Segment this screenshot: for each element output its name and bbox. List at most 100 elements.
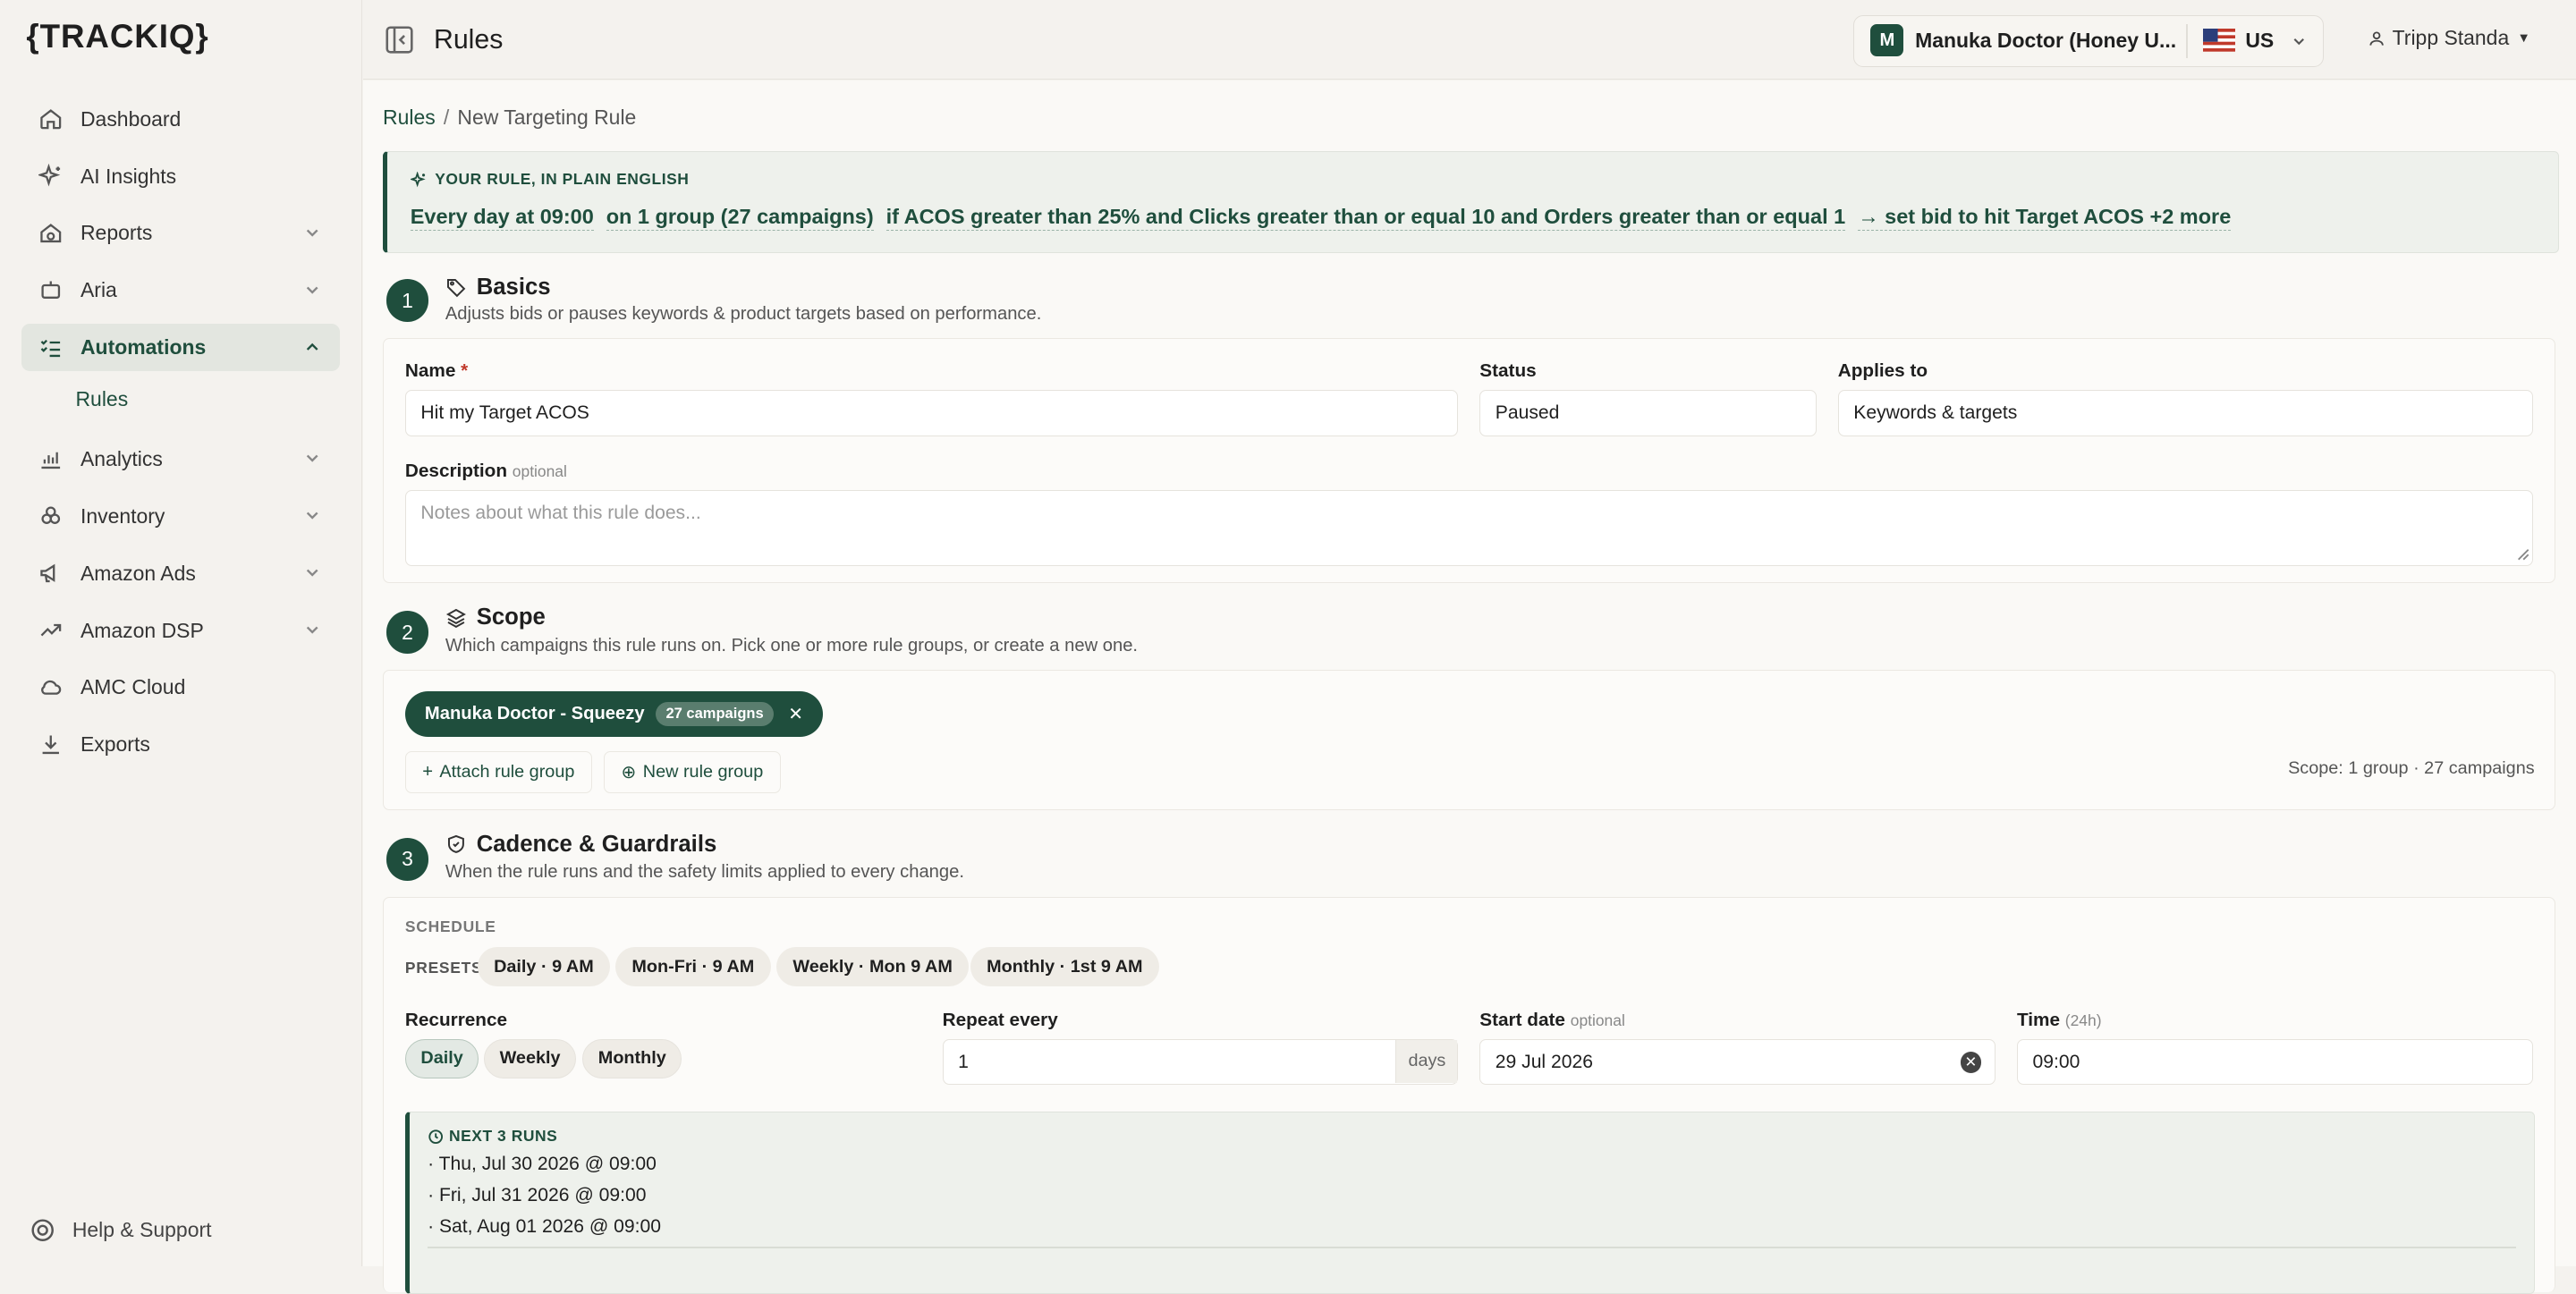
section-title-scope: Scope [445, 605, 546, 630]
sidebar-item-analytics[interactable]: Analytics [21, 436, 340, 483]
recurrence-label: Recurrence [404, 1009, 508, 1030]
plus-icon: + [422, 762, 434, 782]
account-avatar: M [1870, 23, 1904, 57]
basics-card: Name * Hit my Target ACOS Status Paused … [383, 338, 2555, 584]
chevron-down-icon [306, 229, 318, 237]
schedule-chip[interactable]: Every day at 09:00 [410, 204, 594, 231]
remove-group-icon[interactable]: ✕ [788, 703, 803, 725]
preset-daily[interactable]: Daily · 9 AM [477, 947, 611, 987]
next-runs-panel: NEXT 3 RUNS · Thu, Jul 30 2026 @ 09:00 ·… [404, 1111, 2536, 1294]
sidebar-item-automations[interactable]: Automations [21, 324, 341, 372]
chevron-down-icon [306, 569, 318, 577]
plus-circle-icon: ⊕ [621, 763, 637, 782]
action-chip[interactable]: → set bid to hit Target ACOS +2 more [1858, 204, 2232, 231]
preset-monthly[interactable]: Monthly · 1st 9 AM [970, 947, 1159, 987]
step-badge-3: 3 [386, 837, 429, 881]
status-select[interactable]: Paused [1479, 390, 1817, 436]
applies-to-label: Applies to [1837, 360, 1928, 382]
description-label: Description optional [405, 461, 567, 482]
sidebar-item-amazon-ads[interactable]: Amazon Ads [21, 549, 340, 596]
user-menu[interactable]: Tripp Standa ▼ [2368, 26, 2530, 50]
chevron-down-icon [306, 512, 318, 520]
sidebar-item-amc-cloud[interactable]: AMC Cloud [21, 664, 340, 711]
applies-to-select[interactable]: Keywords & targets [1837, 390, 2533, 436]
preset-weekly[interactable]: Weekly · Mon 9 AM [776, 947, 970, 987]
recurrence-daily[interactable]: Daily [404, 1038, 479, 1079]
cloud-icon [38, 674, 64, 700]
preset-mon-fri[interactable]: Mon-Fri · 9 AM [615, 947, 771, 987]
logo[interactable]: {TRACKIQ} [26, 18, 208, 55]
attach-label: Attach rule group [439, 762, 575, 782]
chevron-down-icon [306, 286, 318, 294]
shield-check-icon [447, 834, 464, 853]
repeat-value: 1 [958, 1051, 969, 1072]
reports-icon [38, 220, 64, 246]
new-group-label: New rule group [642, 762, 764, 782]
rule-group-pill[interactable]: Manuka Doctor - Squeezy 27 campaigns ✕ [404, 690, 824, 737]
repeat-unit-suffix: days [1395, 1039, 1458, 1083]
next-run-item: · Sat, Aug 01 2026 @ 09:00 [428, 1215, 661, 1237]
download-icon [38, 732, 64, 757]
caret-down-icon: ▼ [2517, 30, 2530, 46]
sidebar-item-label: Dashboard [80, 106, 182, 131]
divider [2186, 23, 2189, 59]
sidebar: {TRACKIQ} Dashboard AI Insights Reports … [0, 0, 363, 1267]
next-runs-title: NEXT 3 RUNS [428, 1127, 557, 1146]
megaphone-icon [38, 560, 64, 586]
next-run-item: · Thu, Jul 30 2026 @ 09:00 [428, 1153, 657, 1174]
breadcrumb-separator: / [443, 105, 450, 129]
time-label-text: Time [2016, 1009, 2061, 1030]
tag-icon [446, 279, 466, 298]
next-runs-title-text: NEXT 3 RUNS [448, 1127, 558, 1146]
name-input[interactable]: Hit my Target ACOS [404, 390, 1459, 436]
sidebar-subitem-rules[interactable]: Rules [21, 377, 340, 420]
section-desc-cadence: When the rule runs and the safety limits… [445, 862, 964, 883]
new-rule-group-button[interactable]: ⊕ New rule group [604, 751, 781, 793]
scope-chip[interactable]: on 1 group (27 campaigns) [606, 204, 874, 231]
account-name: Manuka Doctor (Honey U... [1915, 29, 2177, 53]
clear-date-icon[interactable]: ✕ [1960, 1051, 1982, 1073]
time-input[interactable]: 09:00 [2016, 1038, 2533, 1086]
description-textarea[interactable]: Notes about what this rule does... [404, 490, 2533, 566]
sidebar-item-inventory[interactable]: Inventory [21, 493, 340, 540]
sidebar-item-exports[interactable]: Exports [21, 721, 340, 768]
sidebar-item-label: Amazon DSP [80, 618, 204, 642]
sparkles-icon [38, 163, 64, 189]
help-support-link[interactable]: Help & Support [30, 1217, 211, 1243]
sidebar-item-dashboard[interactable]: Dashboard [21, 96, 340, 143]
repeat-every-input[interactable]: 1 days [942, 1038, 1459, 1086]
description-label-text: Description [404, 461, 508, 482]
account-switcher[interactable]: M Manuka Doctor (Honey U... US [1853, 14, 2324, 68]
bar-chart-icon [38, 446, 64, 472]
sidebar-item-ai-insights[interactable]: AI Insights [21, 152, 340, 199]
sidebar-item-amazon-dsp[interactable]: Amazon DSP [21, 606, 340, 654]
section-title-basics: Basics [445, 275, 551, 300]
start-date-input[interactable]: 29 Jul 2026 ✕ [1479, 1038, 1996, 1086]
sparkles-icon [410, 171, 426, 187]
required-marker: * [461, 360, 469, 382]
time-label: Time (24h) [2017, 1010, 2102, 1031]
sidebar-item-label: Amazon Ads [80, 561, 196, 585]
home-icon [38, 106, 64, 131]
recurrence-monthly[interactable]: Monthly [582, 1038, 682, 1079]
sidebar-collapse-icon[interactable] [385, 25, 414, 55]
repeat-every-label: Repeat every [942, 1009, 1058, 1030]
sidebar-item-label: Exports [80, 732, 150, 757]
breadcrumb-rules-link[interactable]: Rules [383, 106, 436, 129]
step-badge-1: 1 [386, 279, 429, 323]
sidebar-item-aria[interactable]: Aria [21, 266, 340, 314]
user-icon [2369, 31, 2384, 46]
condition-chip[interactable]: if ACOS greater than 25% and Clicks grea… [886, 204, 1846, 231]
resize-handle-icon[interactable] [2515, 546, 2530, 562]
name-label: Name * [405, 360, 468, 382]
scope-card: Manuka Doctor - Squeezy 27 campaigns ✕ +… [383, 670, 2555, 810]
scope-summary: Scope: 1 group · 27 campaigns [2288, 757, 2535, 778]
recurrence-weekly[interactable]: Weekly [484, 1038, 577, 1079]
help-label: Help & Support [72, 1218, 212, 1242]
main-content: Rules / New Targeting Rule YOUR RULE, IN P… [362, 80, 2576, 1294]
sidebar-item-label: Reports [80, 221, 153, 245]
attach-rule-group-button[interactable]: + Attach rule group [404, 751, 592, 793]
trending-up-icon [38, 617, 64, 643]
sidebar-item-reports[interactable]: Reports [21, 209, 340, 257]
plain-english-label: YOUR RULE, IN PLAIN ENGLISH [410, 170, 690, 189]
